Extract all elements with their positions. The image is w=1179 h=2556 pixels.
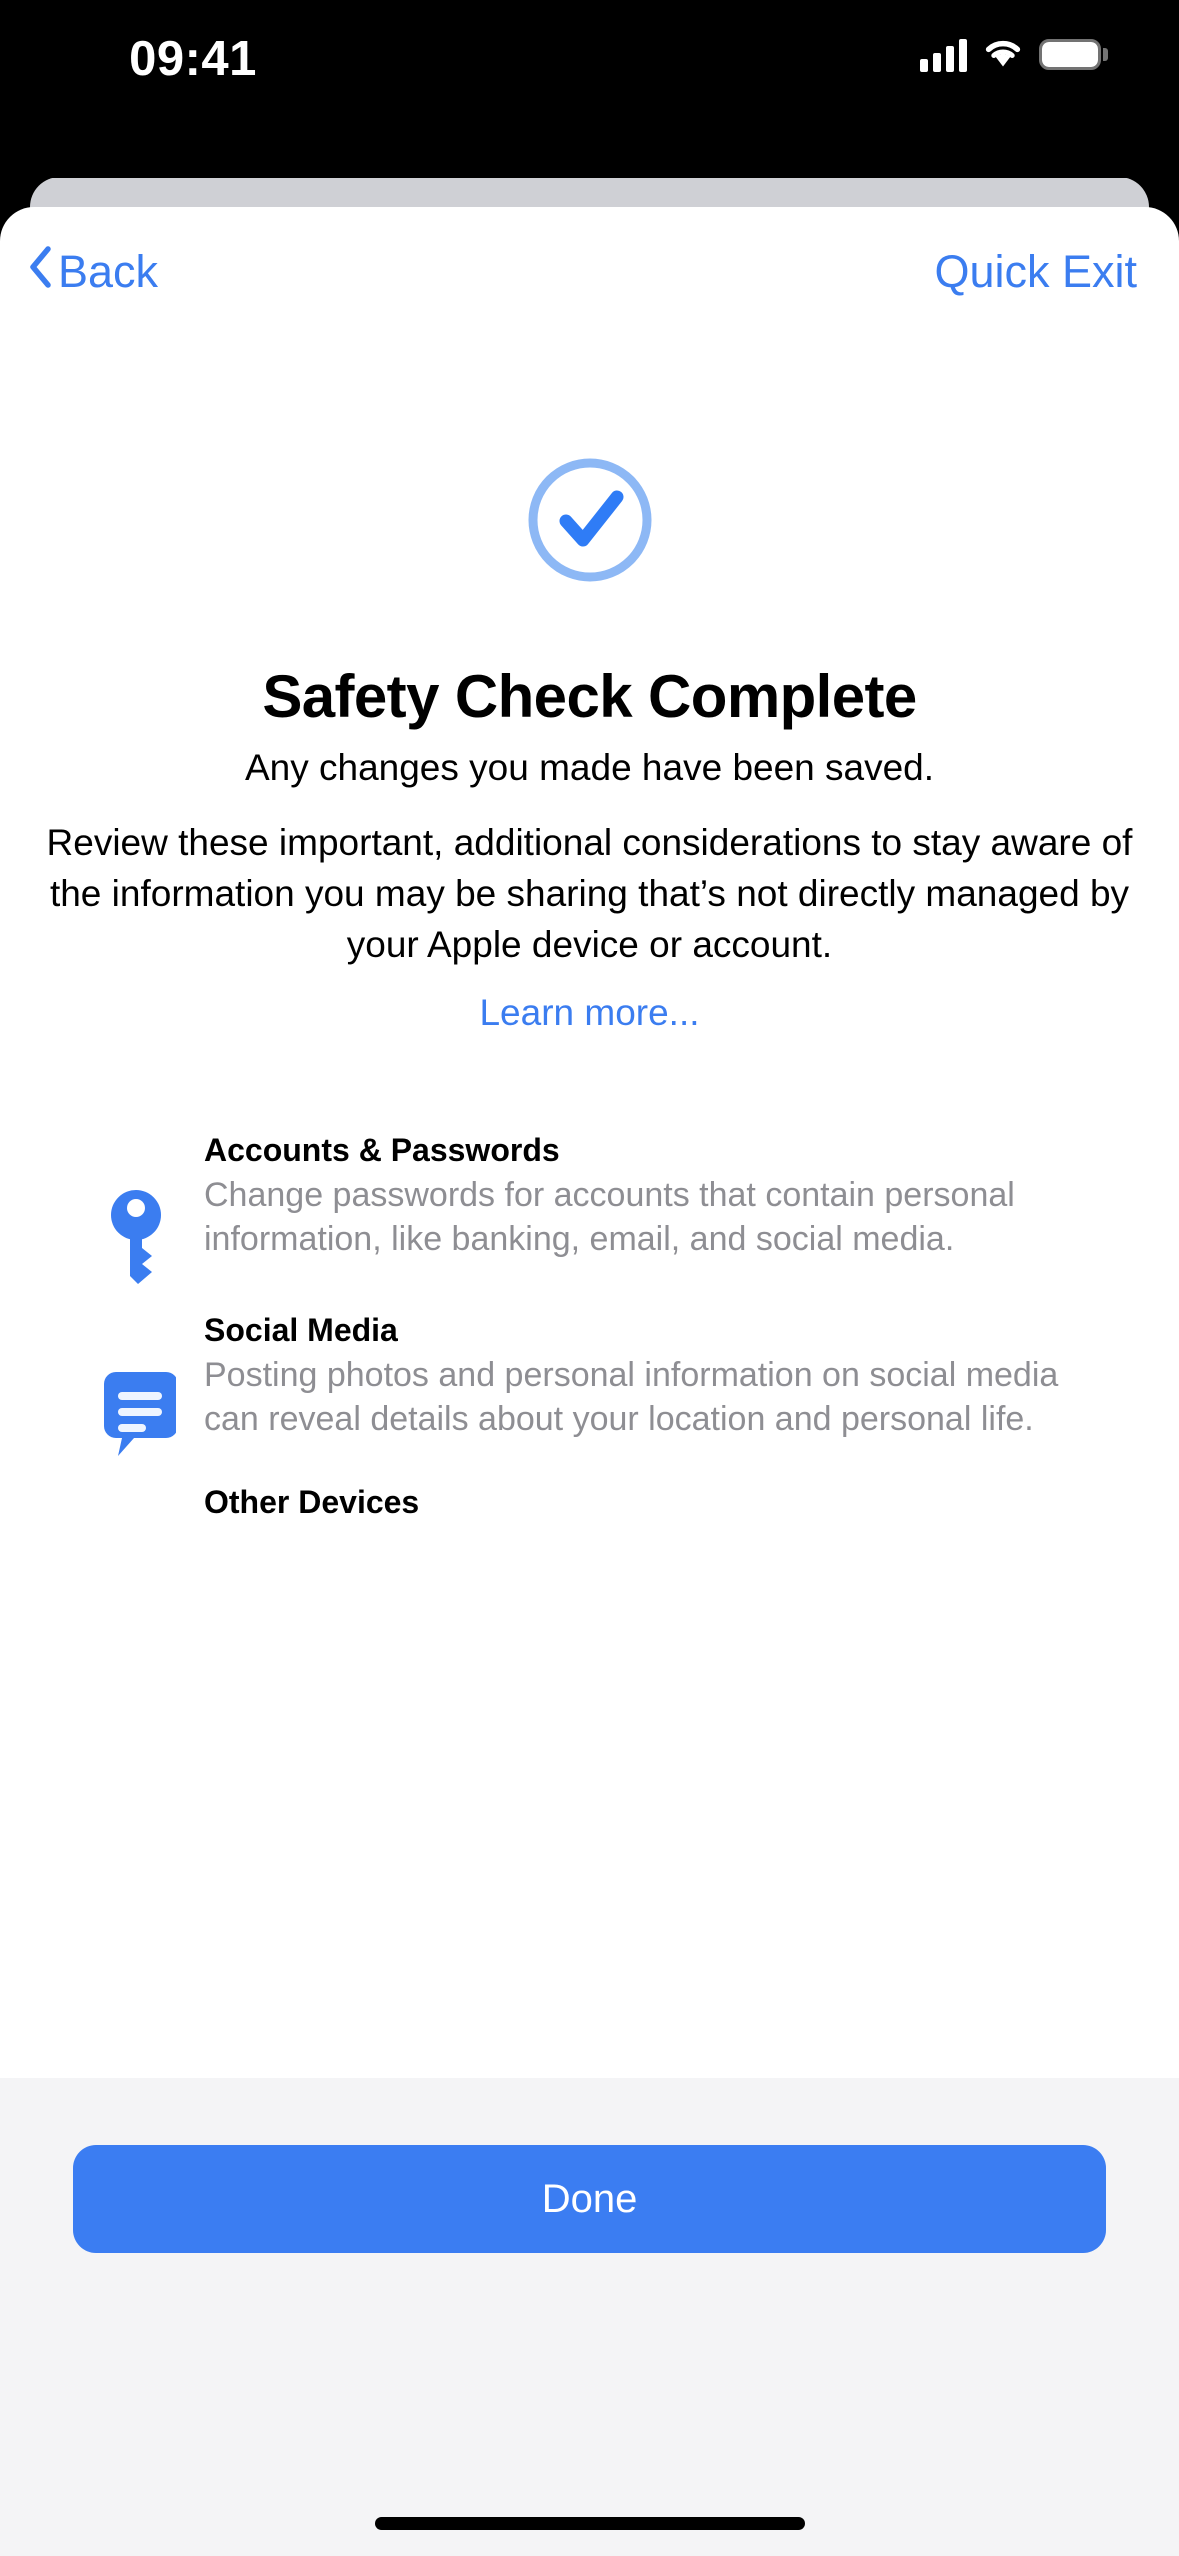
list-item-text: Other Devices <box>178 1484 1111 1525</box>
quick-exit-button[interactable]: Quick Exit <box>930 238 1141 306</box>
chevron-left-icon <box>28 245 52 299</box>
wifi-icon <box>982 36 1024 73</box>
done-button[interactable]: Done <box>73 2145 1106 2253</box>
battery-icon <box>1039 39 1108 70</box>
list-item-title: Other Devices <box>204 1484 420 1520</box>
speech-bubble-icon <box>100 1312 178 1456</box>
key-icon <box>100 1132 178 1284</box>
list-item-body: Change passwords for accounts that conta… <box>204 1176 1015 1258</box>
status-bar-indicators <box>920 36 1108 73</box>
navigation-bar: Back Quick Exit <box>0 207 1179 337</box>
list-item-other-devices[interactable]: Other Devices <box>0 1484 1179 1540</box>
cellular-signal-icon <box>920 38 967 72</box>
done-button-label: Done <box>541 2176 638 2221</box>
status-bar: 09:41 <box>0 0 1179 178</box>
back-button[interactable]: Back <box>18 238 168 307</box>
list-item-body: Posting photos and personal information … <box>204 1356 1059 1438</box>
list-item-title: Social Media <box>204 1312 398 1348</box>
home-indicator[interactable] <box>374 2517 805 2530</box>
list-item-text: Accounts & Passwords Change passwords fo… <box>178 1132 1111 1261</box>
list-item-text: Social Media Posting photos and personal… <box>178 1312 1111 1441</box>
list-item-title: Accounts & Passwords <box>204 1132 560 1168</box>
considerations-list: Accounts & Passwords Change passwords fo… <box>0 1132 1179 1540</box>
list-item-accounts-passwords[interactable]: Accounts & Passwords Change passwords fo… <box>0 1132 1179 1284</box>
page-description: Review these important, additional consi… <box>46 822 1133 965</box>
page-title: Safety Check Complete <box>262 663 917 730</box>
iphone-screen: 09:41 Back Quick Exit Safety Check Compl… <box>0 0 1179 2556</box>
back-button-label: Back <box>58 246 159 297</box>
status-bar-time: 09:41 <box>129 32 257 86</box>
learn-more-link[interactable]: Learn more... <box>0 992 1179 1034</box>
devices-icon <box>100 1484 178 1540</box>
page-subtitle: Any changes you made have been saved. <box>244 747 935 788</box>
list-item-social-media[interactable]: Social Media Posting photos and personal… <box>0 1312 1179 1456</box>
bottom-action-bar: Done <box>0 2078 1179 2556</box>
checkmark-circle-icon <box>525 455 655 585</box>
